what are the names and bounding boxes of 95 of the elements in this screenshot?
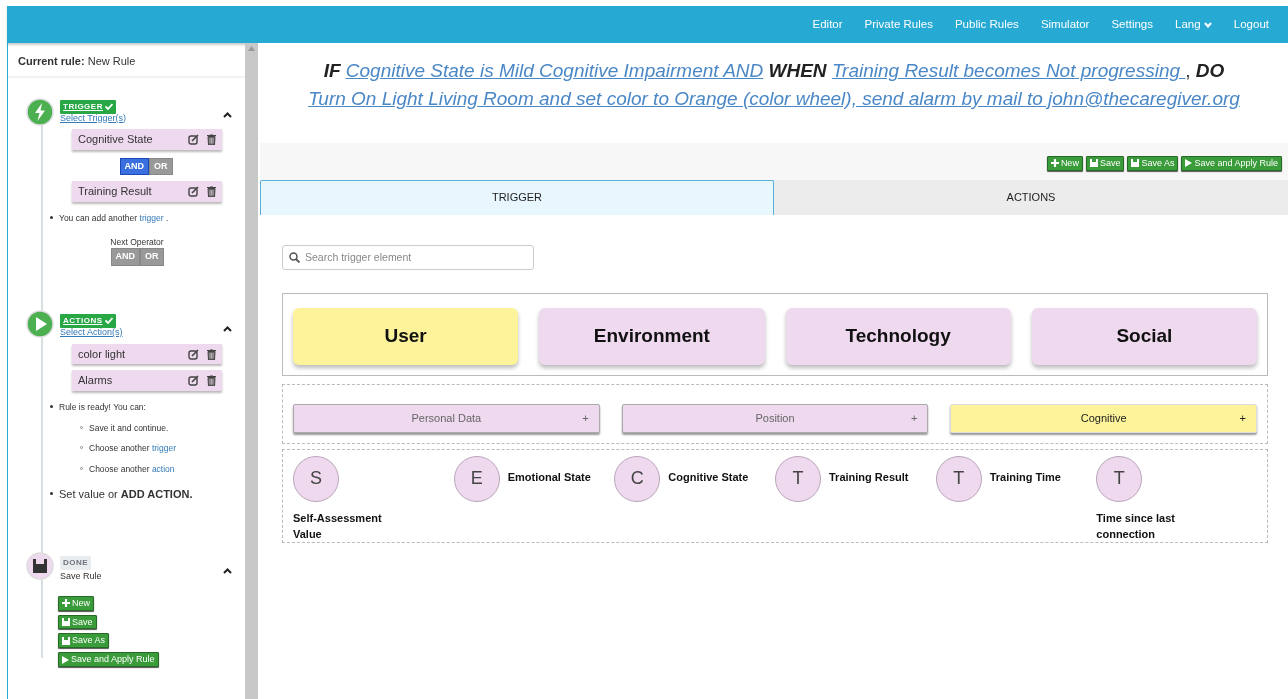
trash-icon[interactable] xyxy=(207,375,216,387)
play-icon xyxy=(1185,159,1193,168)
trigger-link[interactable]: trigger xyxy=(151,443,176,454)
element-avatar[interactable]: E xyxy=(453,455,500,502)
save-icon xyxy=(62,617,70,626)
tab[interactable]: TRIGGER xyxy=(260,180,774,215)
element-avatar[interactable]: C xyxy=(614,455,661,502)
chevron-icon[interactable] xyxy=(223,111,232,118)
trigger-link[interactable]: trigger xyxy=(139,212,164,223)
chevron-icon[interactable] xyxy=(223,568,232,575)
rule-item[interactable]: color light xyxy=(72,343,222,365)
option-text: Save it and continue. xyxy=(89,421,169,435)
operator-button[interactable]: AND xyxy=(110,248,140,266)
select-link[interactable]: Select Action(s) xyxy=(60,327,123,338)
action-link[interactable]: action xyxy=(151,464,175,475)
element-avatar[interactable]: S xyxy=(293,455,339,502)
sidebar-button[interactable]: Save and Apply Rule xyxy=(58,652,159,667)
nav-link[interactable]: Editor xyxy=(801,15,854,34)
category-button[interactable]: User xyxy=(293,307,519,365)
subcategory-button[interactable]: Cognitive + xyxy=(950,403,1257,433)
sidebar-button[interactable]: New xyxy=(58,595,94,611)
item-label: color light xyxy=(78,346,126,362)
element-label[interactable]: Emotional State xyxy=(507,468,591,543)
category-button[interactable]: Technology xyxy=(785,307,1011,365)
sidebar-button[interactable]: Save xyxy=(58,614,97,630)
element-label[interactable]: Cognitive State xyxy=(668,468,749,543)
scrollbar[interactable] xyxy=(245,43,258,699)
rule-item[interactable]: Training Result xyxy=(72,181,222,202)
rule-link[interactable]: Turn On Light Living Room and set color to Orange (color wheel), send alarm by mail to john@thecaregiver.org xyxy=(308,88,1240,109)
edit-icon[interactable] xyxy=(188,348,199,360)
toolbar-button[interactable]: Save and Apply Rule xyxy=(1181,156,1282,171)
category-button[interactable]: Social xyxy=(1031,307,1257,365)
edit-icon[interactable] xyxy=(188,134,199,146)
trash-icon[interactable] xyxy=(207,186,216,198)
add-icon[interactable]: + xyxy=(582,409,589,427)
plus-icon xyxy=(1050,159,1059,168)
search-field[interactable]: Search trigger element xyxy=(282,244,534,270)
save-icon xyxy=(1089,159,1098,168)
rule-item[interactable]: Cognitive State xyxy=(72,129,222,150)
sidebar-button[interactable]: Save As xyxy=(58,633,110,649)
save-icon xyxy=(1131,159,1140,168)
subcategory-button[interactable]: Personal Data + xyxy=(293,403,600,433)
operator-button[interactable]: OR xyxy=(140,248,164,266)
plus-icon xyxy=(62,599,70,608)
step-badge: DONE xyxy=(60,556,92,571)
element-label[interactable]: Time since last connection xyxy=(1096,509,1207,543)
step-badge: TRIGGER xyxy=(60,99,116,114)
item-label: Training Result xyxy=(78,184,152,200)
tab[interactable]: ACTIONS xyxy=(774,180,1288,215)
edit-icon[interactable] xyxy=(188,375,199,387)
trash-icon[interactable] xyxy=(207,348,216,360)
status-text: Rule is ready! You can: xyxy=(59,400,146,414)
chevron-icon[interactable] xyxy=(223,325,232,332)
instruction-text: Set value or ADD ACTION. xyxy=(59,486,193,502)
item-label: Cognitive State xyxy=(78,132,153,148)
trash-icon[interactable] xyxy=(207,134,216,146)
nav-link[interactable]: Logout xyxy=(1222,15,1280,34)
option-text: Choose another trigger xyxy=(89,442,176,456)
add-icon[interactable]: + xyxy=(910,409,918,427)
element-label[interactable]: Training Result xyxy=(829,468,909,543)
save-icon xyxy=(62,636,70,645)
play-icon xyxy=(62,655,69,664)
option-text: Choose another action xyxy=(89,463,175,476)
toolbar-button[interactable]: Save As xyxy=(1127,156,1179,171)
element-avatar[interactable]: T xyxy=(935,455,982,502)
element-label[interactable]: Training Time xyxy=(989,468,1061,543)
element-label[interactable]: Self-Assessment Value xyxy=(293,509,403,543)
element-avatar[interactable]: T xyxy=(1096,455,1143,502)
check-icon xyxy=(104,103,113,110)
select-link[interactable]: Select Trigger(s) xyxy=(60,113,127,124)
language-menu[interactable]: Lang xyxy=(1164,15,1223,34)
step-subtitle: Save Rule xyxy=(60,570,102,584)
next-operator-label: Next Operator xyxy=(109,235,165,249)
rule-link[interactable]: Training Result becomes Not progressing xyxy=(831,60,1186,81)
subcategory-button[interactable]: Position + xyxy=(621,403,929,433)
nav-link[interactable]: Private Rules xyxy=(853,15,944,34)
operator-button[interactable]: AND xyxy=(119,157,149,176)
step-badge: ACTIONS xyxy=(60,313,116,328)
item-label: Alarms xyxy=(78,373,113,389)
nav-link[interactable]: Simulator xyxy=(1029,15,1101,34)
toolbar-button[interactable]: Save xyxy=(1085,156,1125,171)
toolbar-button[interactable]: New xyxy=(1046,156,1083,171)
rule-link[interactable]: Cognitive State is Mild Cognitive Impairment AND xyxy=(345,60,764,81)
hint-text: You can add another trigger . xyxy=(59,211,169,225)
check-icon xyxy=(104,317,113,325)
nav-link[interactable]: Settings xyxy=(1100,15,1164,34)
element-avatar[interactable]: T xyxy=(775,455,821,502)
category-button[interactable]: Environment xyxy=(539,307,765,365)
rule-item[interactable]: Alarms xyxy=(72,370,222,391)
add-icon[interactable]: + xyxy=(1239,409,1246,427)
caret-icon xyxy=(1203,21,1212,28)
operator-button[interactable]: OR xyxy=(149,157,173,176)
rule-sentence: IF Cognitive State is Mild Cognitive Impairment AND WHEN Training Result becomes Not progressing , DO Turn On Light Living Room and set color to Orange (color wheel), send alarm by mail to john@thecaregiver.org xyxy=(307,59,1241,111)
edit-icon[interactable] xyxy=(188,186,199,198)
nav-link[interactable]: Public Rules xyxy=(943,15,1030,34)
